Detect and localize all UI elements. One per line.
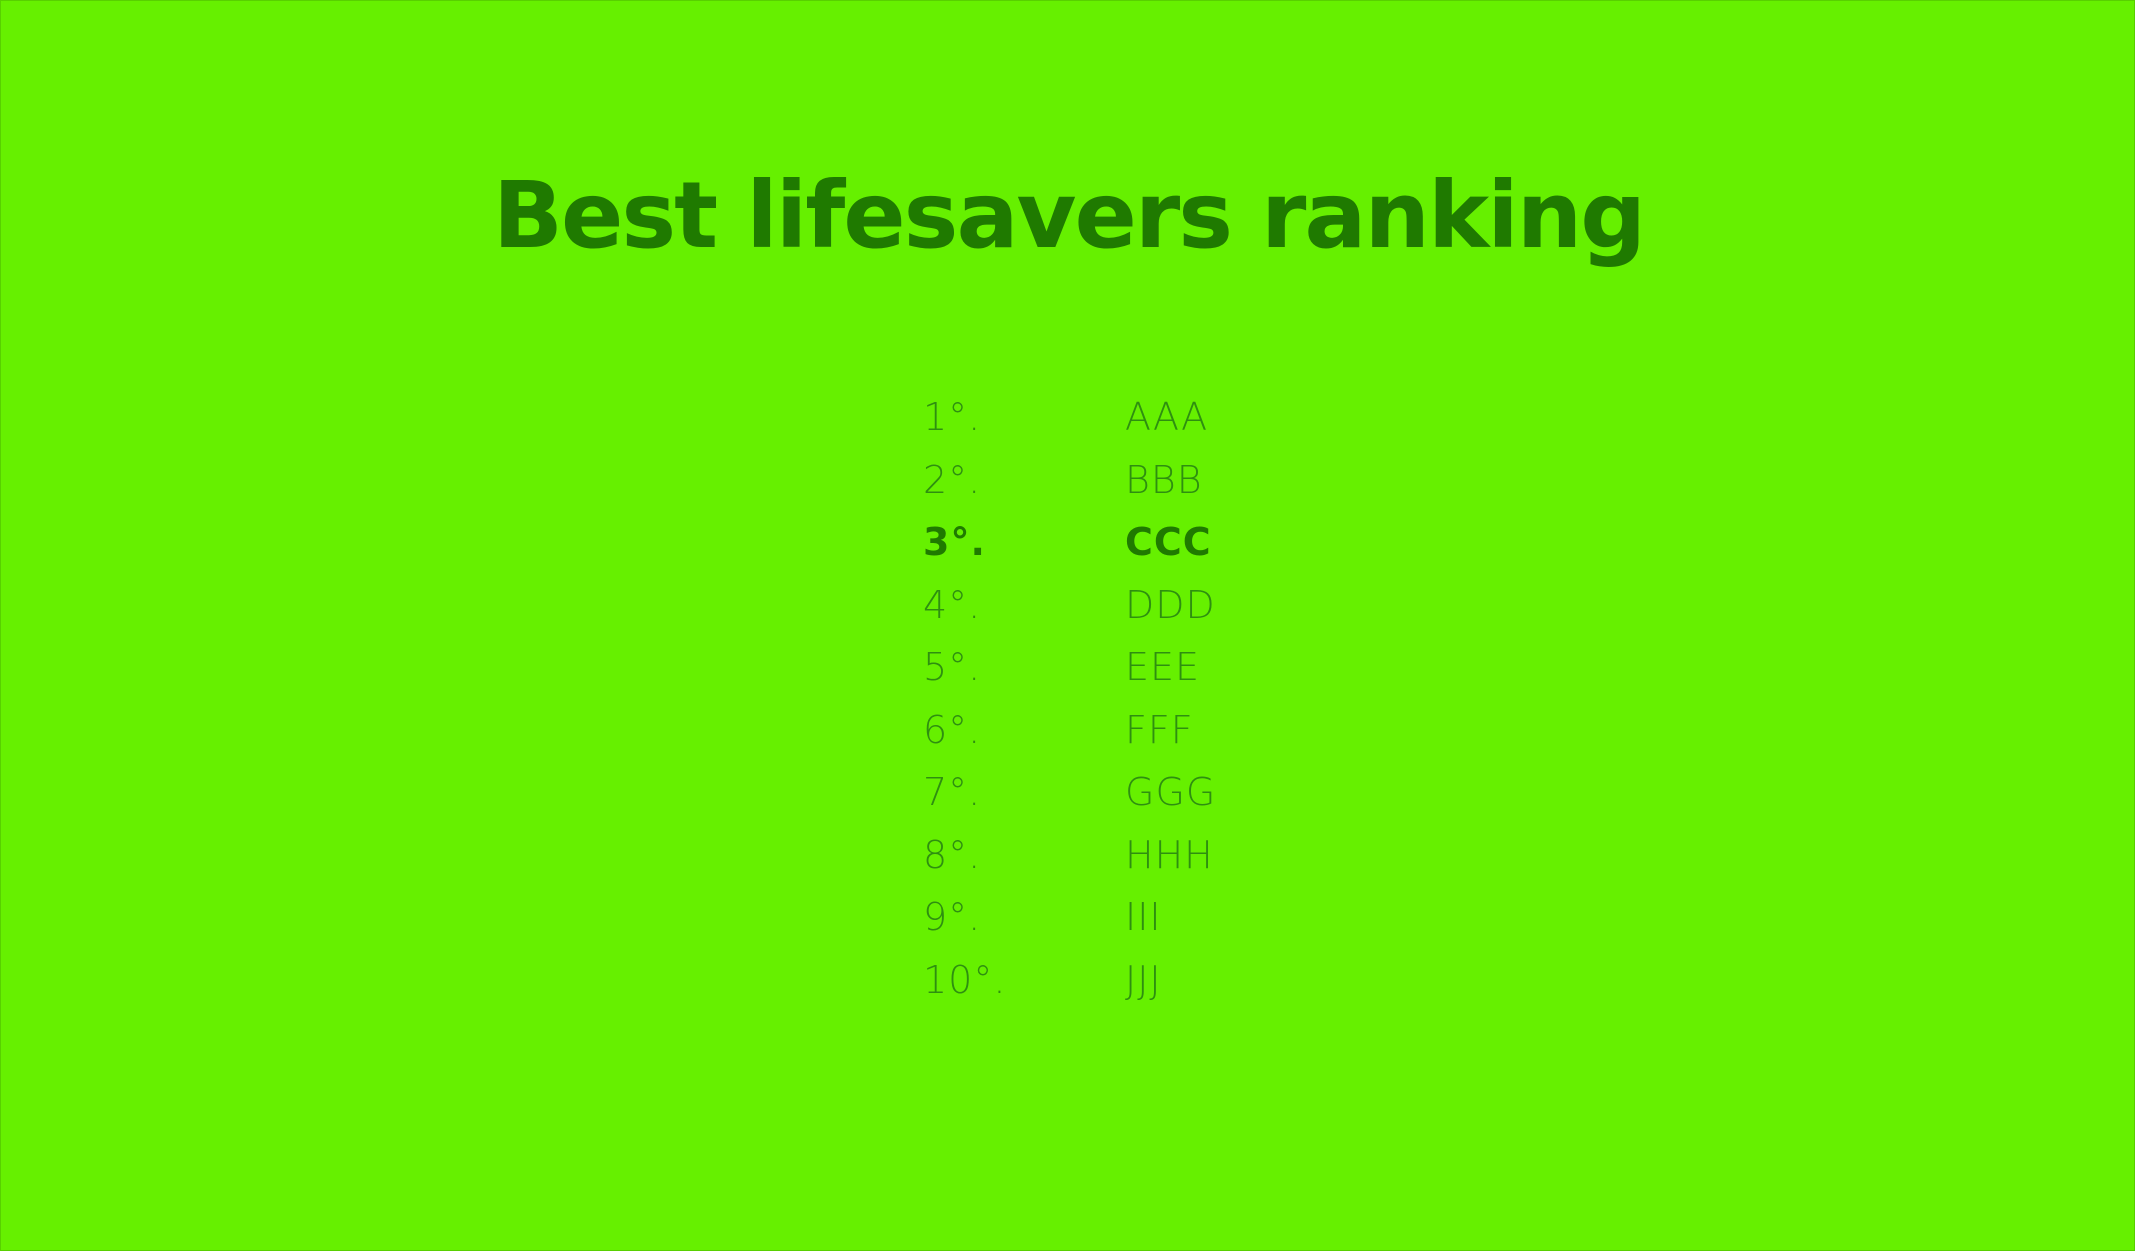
rank-name: GGG bbox=[1125, 770, 1217, 815]
ranking-row-7: 7°. GGG bbox=[923, 761, 1243, 824]
rank-name: III bbox=[1125, 895, 1162, 940]
ranking-row-9: 9°. III bbox=[923, 886, 1243, 949]
rank-name: BBB bbox=[1125, 457, 1203, 502]
ranking-page: Best lifesavers ranking 1°. AAA 2°. BBB … bbox=[0, 0, 2135, 1251]
rank-position: 5°. bbox=[923, 645, 982, 690]
ranking-list: 1°. AAA 2°. BBB 3°. CCC 4°. DDD 5°. EEE … bbox=[923, 386, 1243, 1011]
ranking-row-2: 2°. BBB bbox=[923, 449, 1243, 512]
rank-position: 9°. bbox=[923, 895, 982, 940]
rank-position: 6°. bbox=[923, 707, 982, 752]
rank-name: EEE bbox=[1125, 645, 1201, 690]
page-title: Best lifesavers ranking bbox=[492, 162, 1646, 269]
rank-position: 10°. bbox=[923, 957, 1007, 1002]
ranking-row-8: 8°. HHH bbox=[923, 824, 1243, 887]
ranking-row-6: 6°. FFF bbox=[923, 699, 1243, 762]
rank-name: AAA bbox=[1125, 395, 1209, 440]
rank-name: HHH bbox=[1125, 832, 1214, 877]
ranking-row-3: 3°. CCC bbox=[923, 511, 1243, 574]
rank-name: CCC bbox=[1125, 520, 1212, 565]
rank-position: 7°. bbox=[923, 770, 982, 815]
rank-name: FFF bbox=[1125, 707, 1194, 752]
rank-position: 4°. bbox=[923, 582, 982, 627]
rank-position: 3°. bbox=[923, 520, 986, 565]
rank-name: DDD bbox=[1125, 582, 1216, 627]
rank-position: 2°. bbox=[923, 457, 982, 502]
ranking-row-4: 4°. DDD bbox=[923, 574, 1243, 637]
ranking-row-5: 5°. EEE bbox=[923, 636, 1243, 699]
rank-name: JJJ bbox=[1125, 957, 1162, 1002]
ranking-row-1: 1°. AAA bbox=[923, 386, 1243, 449]
ranking-row-10: 10°. JJJ bbox=[923, 949, 1243, 1012]
rank-position: 1°. bbox=[923, 395, 982, 440]
rank-position: 8°. bbox=[923, 832, 982, 877]
